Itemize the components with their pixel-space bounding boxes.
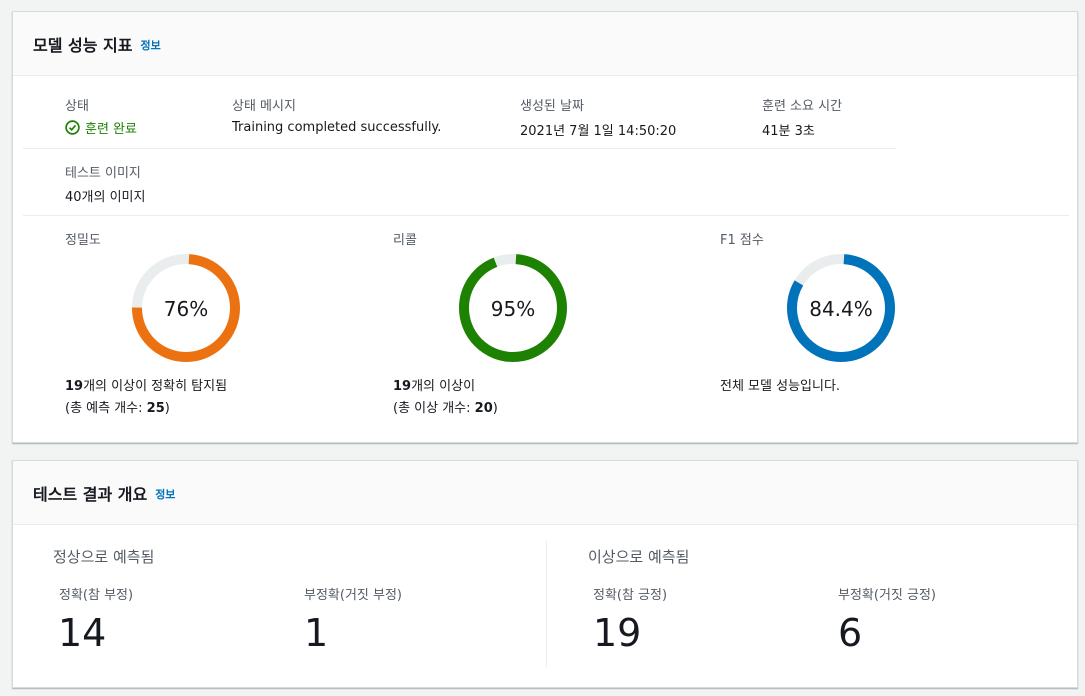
predicted-anomaly-title: 이상으로 예측됨	[588, 548, 690, 566]
status-value: 훈련 완료	[65, 118, 137, 137]
recall-desc2-suffix: )	[492, 401, 498, 416]
status-message-value: Training completed successfully.	[232, 120, 442, 135]
test-images-value: 40개의 이미지	[65, 190, 146, 205]
precision-count: 19	[65, 379, 84, 394]
results-panel-header: 테스트 결과 개요 정보	[13, 461, 1077, 525]
f1-label: F1 점수	[720, 233, 764, 248]
precision-desc1: 개의 이상이 정확히 탐지됨	[83, 379, 228, 394]
recall-description: 19개의 이상이 (총 이상 개수: 20)	[393, 376, 498, 420]
status-message-label: 상태 메시지	[232, 99, 296, 114]
metrics-panel-title: 모델 성능 지표	[33, 35, 133, 55]
false-positive-value: 6	[838, 611, 863, 655]
f1-desc1: 전체 모델 성능입니다.	[720, 379, 841, 394]
true-positive-label: 정확(참 긍정)	[593, 588, 668, 603]
precision-description: 19개의 이상이 정확히 탐지됨 (총 예측 개수: 25)	[65, 376, 227, 420]
f1-value: 84.4%	[809, 297, 873, 321]
column-divider	[546, 541, 547, 667]
true-negative-value: 14	[58, 611, 107, 655]
recall-label: 리콜	[393, 233, 417, 248]
created-date-value: 2021년 7월 1일 14:50:20	[520, 124, 677, 139]
results-panel-title: 테스트 결과 개요	[33, 484, 148, 504]
precision-desc2-prefix: (총 예측 개수:	[65, 401, 147, 416]
true-positive-value: 19	[593, 611, 642, 655]
training-duration-label: 훈련 소요 시간	[762, 99, 843, 114]
false-positive-label: 부정확(거짓 긍정)	[838, 588, 936, 603]
false-negative-label: 부정확(거짓 부정)	[304, 588, 402, 603]
divider	[23, 215, 1069, 216]
created-date-label: 생성된 날짜	[520, 99, 584, 114]
recall-desc1: 개의 이상이	[411, 379, 476, 394]
model-metrics-panel: 모델 성능 지표 정보 상태 훈련 완료 상태 메시지 Training com…	[12, 11, 1078, 443]
true-negative-label: 정확(참 부정)	[59, 588, 134, 603]
metrics-panel-header: 모델 성능 지표 정보	[13, 12, 1077, 76]
recall-total: 20	[474, 401, 493, 416]
status-value-text: 훈련 완료	[85, 122, 137, 137]
recall-value: 95%	[490, 297, 536, 321]
check-circle-icon	[65, 120, 80, 135]
precision-label: 정밀도	[65, 233, 101, 248]
precision-value: 76%	[163, 297, 209, 321]
recall-desc2-prefix: (총 이상 개수:	[393, 401, 475, 416]
training-duration-value: 41분 3초	[762, 124, 815, 139]
results-info-link[interactable]: 정보	[155, 486, 175, 502]
false-negative-value: 1	[304, 611, 329, 655]
precision-total: 25	[146, 401, 165, 416]
divider	[23, 148, 896, 149]
recall-count: 19	[393, 379, 412, 394]
predicted-normal-title: 정상으로 예측됨	[53, 548, 155, 566]
status-label: 상태	[65, 99, 89, 114]
test-results-panel: 테스트 결과 개요 정보 정상으로 예측됨 정확(참 부정) 14 부정확(거짓…	[12, 460, 1078, 688]
metrics-info-link[interactable]: 정보	[140, 37, 160, 53]
precision-desc2-suffix: )	[164, 401, 170, 416]
test-images-label: 테스트 이미지	[65, 166, 141, 181]
f1-description: 전체 모델 성능입니다.	[720, 376, 840, 398]
